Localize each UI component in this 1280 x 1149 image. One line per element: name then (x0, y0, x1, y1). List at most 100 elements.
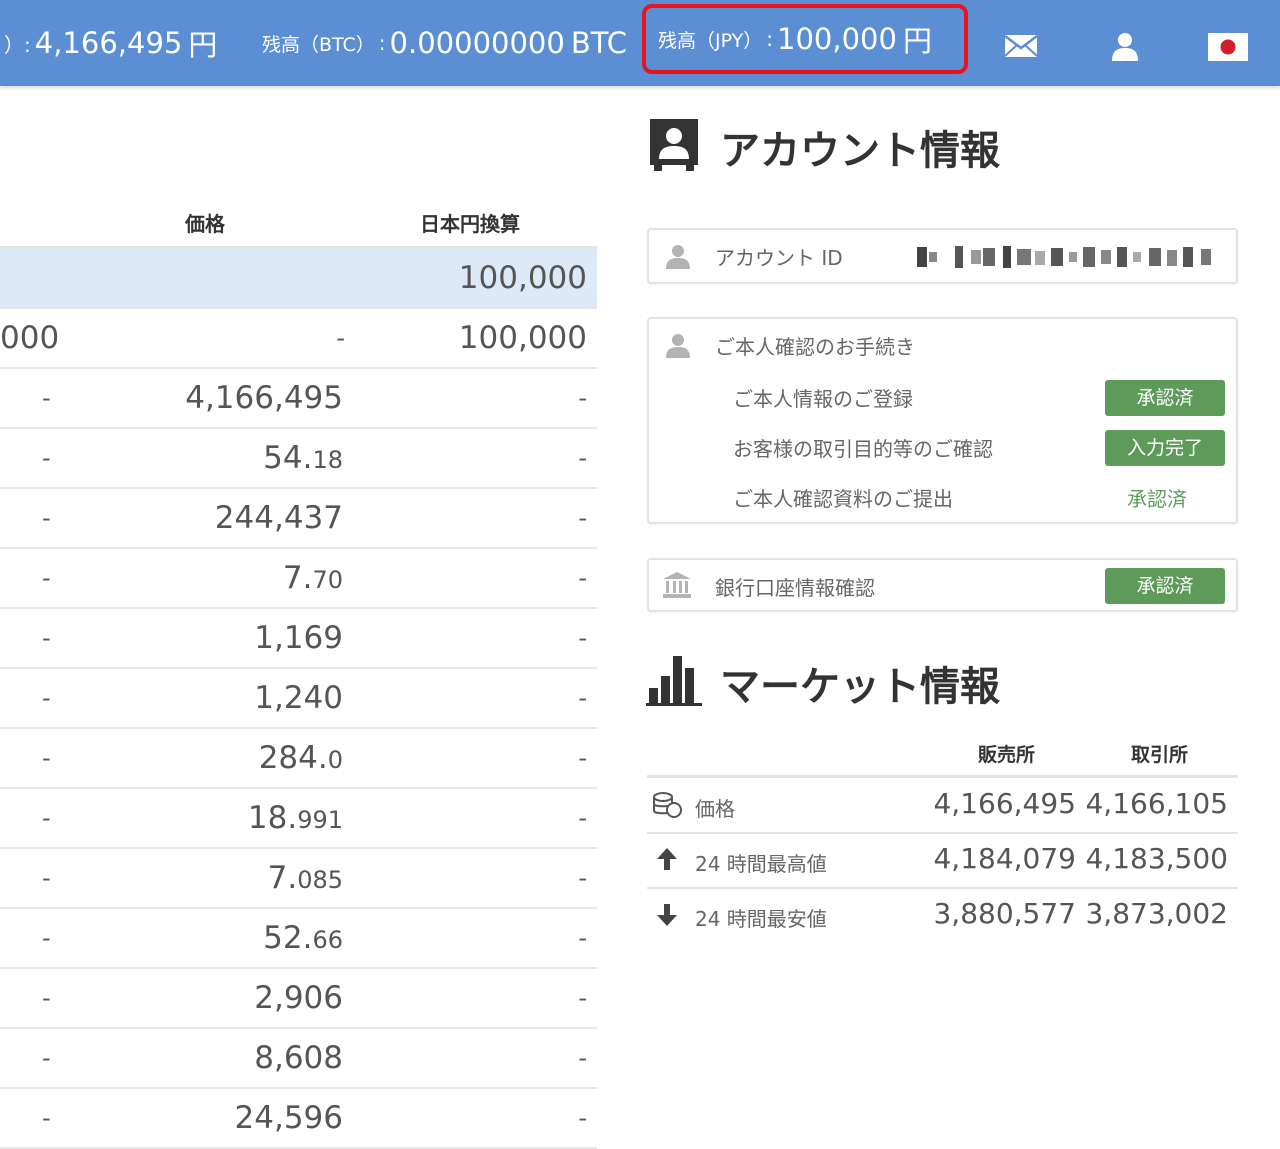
account-id-redacted (917, 246, 1211, 268)
personal-info-status-badge: 承認済 (1105, 380, 1225, 416)
jpy-valuation-balance: ）: 4,166,495 円 (0, 0, 217, 86)
identity-verification-title: ご本人確認のお手続き (715, 335, 915, 359)
market-exchange-price: 4,166,105 (1085, 787, 1228, 820)
price-cell: 284.0 (259, 729, 343, 787)
bank-account-label: 銀行口座情報確認 (715, 576, 875, 600)
jpy-balance-unit: 円 (902, 24, 932, 58)
jpy-balance-label: 残高（JPY） (658, 29, 763, 52)
table-row[interactable]: - 1,240 - (0, 669, 597, 729)
amount-cell: - (42, 1044, 51, 1072)
amount-cell: - (42, 564, 51, 592)
market-exchange-high: 4,183,500 (1085, 842, 1228, 875)
price-main: 18. (247, 800, 298, 836)
amount-cell: - (42, 744, 51, 772)
bank-account-box: 銀行口座情報確認 承認済 (647, 558, 1238, 612)
market-header-divider (647, 775, 1238, 778)
jpy-balance-sep: : (766, 27, 773, 51)
table-row[interactable]: - 7.70 - (0, 549, 597, 609)
price-cell: 54.18 (263, 429, 343, 487)
mail-icon[interactable] (1004, 34, 1038, 58)
price-cell: 7.085 (268, 849, 343, 907)
jpy-cell: - (578, 1104, 587, 1132)
identity-verification-box: ご本人確認のお手続き ご本人情報のご登録 承認済 お客様の取引目的等のご確認 入… (647, 317, 1238, 524)
jpy-cell: - (578, 864, 587, 892)
user-icon[interactable] (1110, 31, 1140, 61)
btc-balance-unit: BTC (570, 26, 627, 60)
jpy-cell: - (578, 384, 587, 412)
price-cell: 52.66 (263, 909, 343, 967)
jpy-balance-highlight: 残高（JPY） : 100,000 円 (642, 4, 968, 74)
account-info-title: アカウント情報 (720, 128, 1000, 174)
top-balance-bar: ）: 4,166,495 円 残高（BTC） : 0.00000000 BTC … (0, 0, 1280, 86)
price-cell: 4,166,495 (185, 380, 343, 416)
table-row[interactable]: - 1,169 - (0, 609, 597, 669)
personal-info-label: ご本人情報のご登録 (733, 387, 913, 411)
jpy-cell: - (578, 804, 587, 832)
bank-icon (663, 572, 691, 598)
price-decimal: 085 (297, 866, 343, 894)
user-icon (666, 245, 690, 269)
price-cell: 1,169 (254, 620, 343, 656)
price-main: 54. (263, 440, 313, 476)
user-icon (666, 334, 690, 358)
amount-cell: - (42, 684, 51, 712)
table-row[interactable]: - 8,608 - (0, 1029, 597, 1089)
market-row-divider (647, 832, 1238, 834)
bar-chart-icon (646, 656, 702, 706)
account-id-box: アカウント ID (647, 228, 1238, 284)
id-document-status: 承認済 (1127, 487, 1187, 511)
price-decimal: 18 (312, 446, 343, 474)
table-row[interactable]: - 54.18 - (0, 429, 597, 489)
amount-cell: - (42, 444, 51, 472)
price-decimal: 991 (297, 806, 343, 834)
japan-flag-icon[interactable] (1208, 33, 1248, 61)
market-sales-price: 4,166,495 (933, 787, 1076, 820)
column-header-jpy: 日本円換算 (420, 212, 520, 236)
coins-icon (653, 792, 682, 818)
jpy-cell: - (578, 624, 587, 652)
amount-cell: - (42, 864, 51, 892)
column-header-sales: 販売所 (978, 744, 1036, 766)
amount-cell: - (42, 504, 51, 532)
table-row[interactable]: - 18.991 - (0, 789, 597, 849)
column-header-exchange: 取引所 (1131, 744, 1189, 766)
account-id-label: アカウント ID (715, 246, 843, 270)
arrow-down-icon (657, 904, 677, 926)
btc-balance: 残高（BTC） : 0.00000000 BTC (262, 0, 627, 86)
jpy-valuation-value: 4,166,495 (34, 26, 183, 60)
jpy-valuation-prefix: ）: (4, 32, 31, 57)
market-row-divider (647, 887, 1238, 889)
table-row[interactable]: - 2,906 - (0, 969, 597, 1029)
btc-balance-value: 0.00000000 (389, 26, 565, 60)
market-info-title: マーケット情報 (720, 664, 1000, 710)
market-label-low: 24 時間最安値 (695, 907, 827, 931)
jpy-cell: 100,000 (458, 320, 587, 356)
table-row[interactable]: - 24,596 - (0, 1089, 597, 1149)
price-main: 284. (258, 740, 328, 776)
bank-account-status-badge: 承認済 (1105, 568, 1225, 604)
price-cell: 18.991 (248, 789, 343, 847)
amount-cell: - (42, 1104, 51, 1132)
market-label-high: 24 時間最高値 (695, 852, 827, 876)
market-exchange-low: 3,873,002 (1085, 897, 1228, 930)
amount-cell: - (42, 984, 51, 1012)
table-row[interactable]: - 244,437 - (0, 489, 597, 549)
jpy-cell: - (578, 924, 587, 952)
table-row[interactable]: - 284.0 - (0, 729, 597, 789)
table-row[interactable]: 000 - 100,000 (0, 309, 597, 369)
column-header-price: 価格 (185, 212, 225, 236)
trade-purpose-status-badge: 入力完了 (1105, 430, 1225, 466)
arrow-up-icon (657, 848, 677, 870)
btc-balance-sep: : (378, 31, 386, 55)
table-row-highlighted[interactable]: 100,000 (0, 249, 597, 309)
amount-cell: - (42, 624, 51, 652)
price-main: 52. (263, 920, 313, 956)
jpy-cell: - (578, 444, 587, 472)
table-row[interactable]: - 4,166,495 - (0, 369, 597, 429)
price-cell: - (336, 324, 345, 352)
price-cell: 8,608 (254, 1040, 343, 1076)
jpy-valuation-unit: 円 (188, 28, 218, 62)
table-row[interactable]: - 52.66 - (0, 909, 597, 969)
amount-cell: - (42, 384, 51, 412)
table-row[interactable]: - 7.085 - (0, 849, 597, 909)
